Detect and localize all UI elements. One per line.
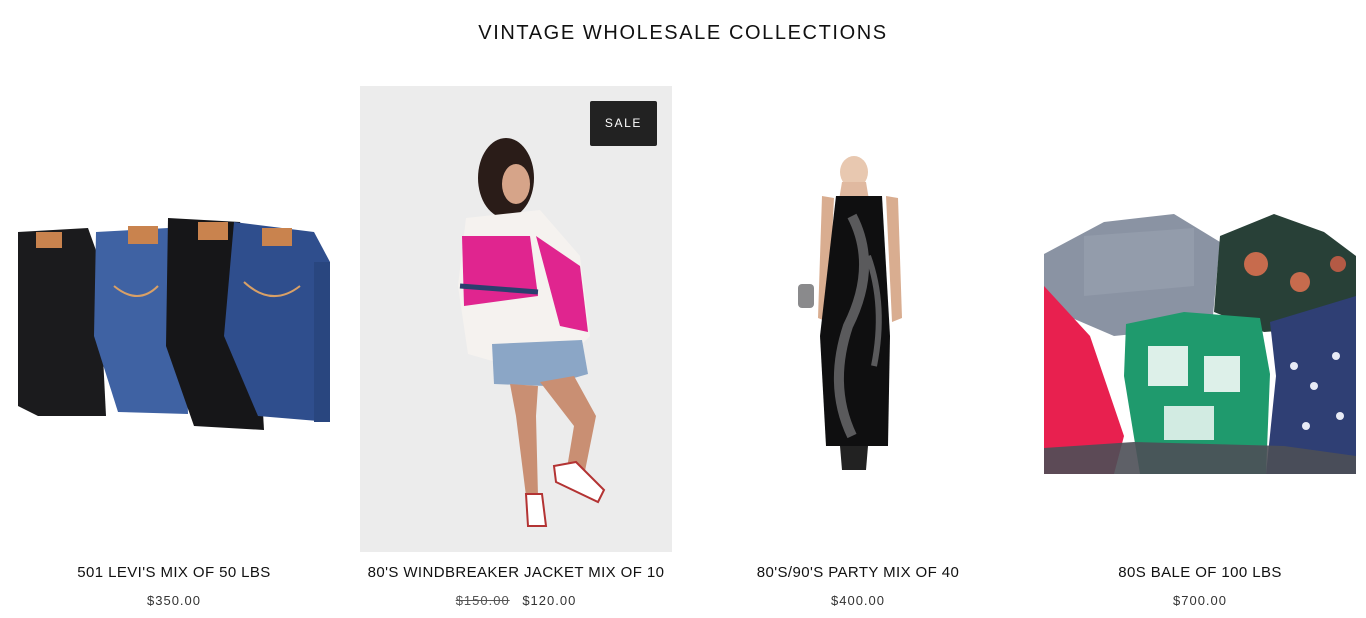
product-image-bale[interactable] <box>1044 86 1356 552</box>
product-image-jeans[interactable] <box>18 86 330 552</box>
collection-title: VINTAGE WHOLESALE COLLECTIONS <box>478 22 888 44</box>
clothing-pile-image <box>1044 214 1356 474</box>
product-price: $700.00 <box>1173 593 1227 608</box>
product-price: $150.00 $120.00 <box>360 593 672 608</box>
black-dress-image <box>798 156 902 470</box>
product-name[interactable]: 501 LEVI'S MIX OF 50 LBS <box>0 564 360 581</box>
product-card-party-mix[interactable]: 80'S/90'S PARTY MIX OF 40 $400.00 <box>702 86 1014 616</box>
product-card-windbreaker[interactable]: SALE 80'S WINDBREAKER JACKET MIX OF 10 $… <box>360 86 672 616</box>
product-card-bale[interactable]: 80S BALE OF 100 LBS $700.00 <box>1044 86 1356 616</box>
product-image-windbreaker[interactable]: SALE <box>360 86 672 552</box>
product-image-dress[interactable] <box>702 86 1014 552</box>
product-card-levis[interactable]: 501 LEVI'S MIX OF 50 LBS $350.00 <box>18 86 330 616</box>
model-jacket-image <box>458 138 606 527</box>
original-price: $150.00 <box>455 593 510 608</box>
sale-price: $120.00 <box>522 593 577 608</box>
product-price: $350.00 <box>147 593 201 608</box>
product-name[interactable]: 80'S WINDBREAKER JACKET MIX OF 10 <box>330 564 702 581</box>
collection-page: VINTAGE WHOLESALE COLLECTIONS 501 LEVI'S… <box>0 0 1366 618</box>
product-price: $400.00 <box>831 593 885 608</box>
jeans-stack-image <box>18 218 330 430</box>
sale-badge: SALE <box>589 101 657 146</box>
product-name[interactable]: 80'S/90'S PARTY MIX OF 40 <box>672 564 1044 581</box>
product-name[interactable]: 80S BALE OF 100 LBS <box>1014 564 1366 581</box>
